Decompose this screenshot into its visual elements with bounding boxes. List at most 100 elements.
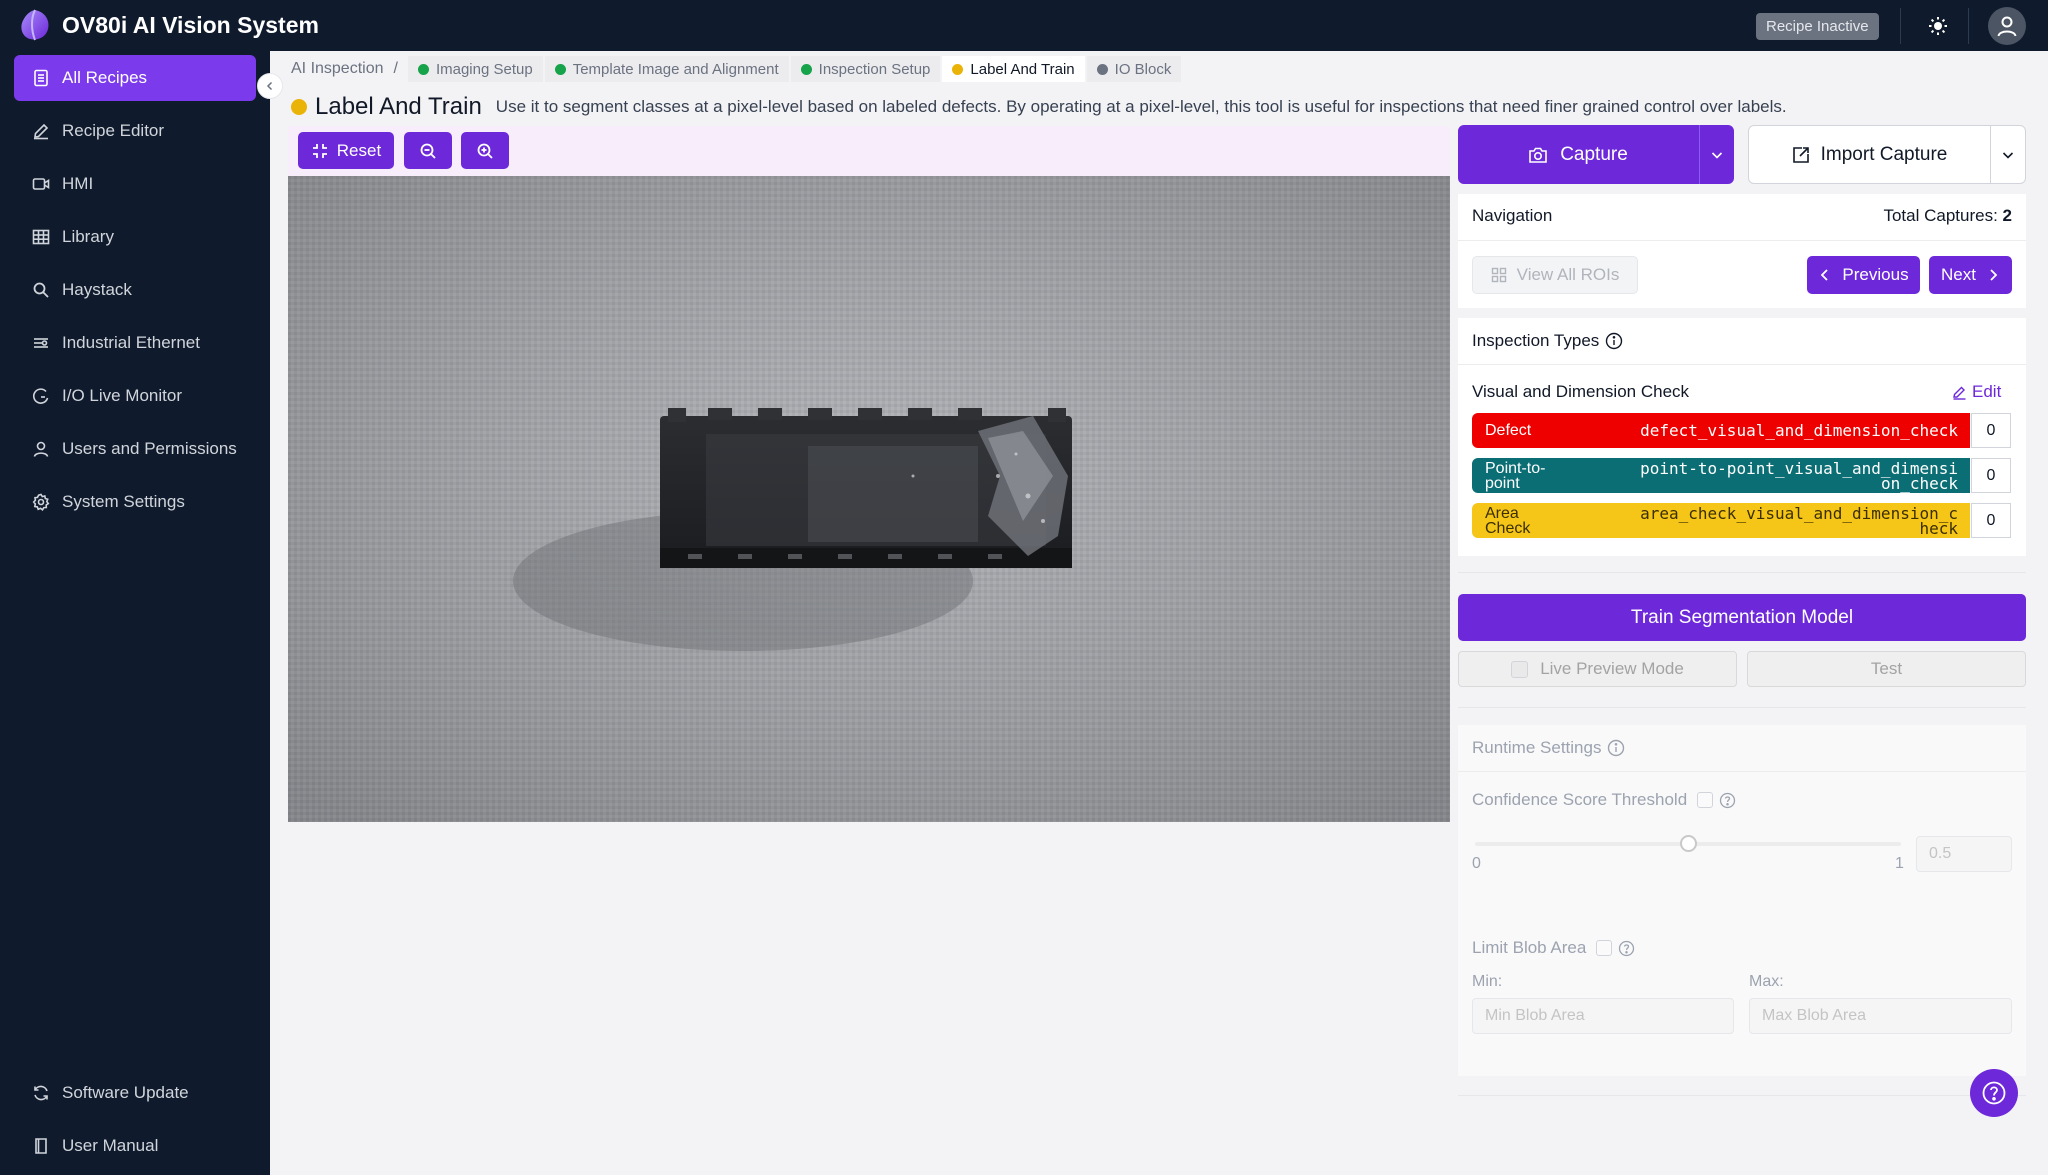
previous-button[interactable]: Previous [1807,256,1920,294]
info-icon[interactable] [1605,332,1623,350]
sidebar: All Recipes Recipe Editor HMI Library Ha… [0,51,270,1175]
confidence-value-input[interactable]: 0.5 [1916,836,2012,872]
breadcrumb: AI Inspection / Imaging Setup Template I… [291,56,1183,82]
chevron-right-icon [1990,269,1998,281]
import-icon [1792,146,1809,163]
gear-icon [32,493,50,511]
help-icon [1982,1081,2006,1105]
inspection-types-card: Inspection Types Visual and Dimension Ch… [1458,318,2026,556]
divider [1458,240,2026,241]
recipe-status-badge: Recipe Inactive [1756,13,1879,40]
import-options-dropdown[interactable] [1990,126,2025,183]
sidebar-item-label: I/O Live Monitor [62,386,182,405]
chevron-left-icon [1821,269,1829,281]
step-label: Inspection Setup [818,60,931,78]
sidebar-item-industrial-ethernet[interactable]: Industrial Ethernet [14,320,256,366]
app-logo-icon [21,9,49,41]
sidebar-item-system-settings[interactable]: System Settings [14,479,256,525]
inspection-group-name: Visual and Dimension Check [1472,382,1690,401]
step-label: Imaging Setup [435,60,533,78]
slider-min-label: 0 [1472,855,1481,872]
sidebar-item-label: Software Update [62,1083,189,1102]
status-dot [800,63,812,75]
confidence-score-header: Confidence Score Threshold [1472,790,1736,810]
edit-inspection-types-button[interactable]: Edit [1952,382,2001,402]
inspection-type-area-check[interactable]: Area Check area_check_visual_and_dimensi… [1472,503,1970,538]
help-button[interactable] [1970,1069,2018,1117]
sidebar-item-label: Library [62,227,114,246]
zoom-out-button[interactable] [404,132,452,169]
breadcrumb-root[interactable]: AI Inspection [291,60,384,78]
refresh-icon [34,1085,48,1101]
inspection-type-point-to-point[interactable]: Point-to-point point-to-point_visual_and… [1472,458,1970,493]
inspection-type-defect[interactable]: Defect defect_visual_and_dimension_check [1472,413,1970,448]
app-title: OV80i AI Vision System [62,12,319,38]
step-template-image-and-alignment[interactable]: Template Image and Alignment [544,56,789,82]
capture-image-canvas[interactable] [288,176,1450,822]
inspection-type-name: Defect [1485,422,1532,439]
help-icon[interactable] [1618,940,1635,957]
status-dot [417,63,429,75]
previous-label: Previous [1842,265,1909,284]
captured-part-image [288,176,1450,822]
user-menu-button[interactable] [1988,7,2026,45]
sidebar-item-io-live-monitor[interactable]: I/O Live Monitor [14,373,256,419]
limit-blob-area-checkbox[interactable] [1596,940,1613,956]
page-header: Label And Train Use it to segment classe… [291,92,1787,122]
sidebar-item-library[interactable]: Library [14,214,256,260]
runtime-settings-title: Runtime Settings [1472,738,1602,757]
sidebar-item-software-update[interactable]: Software Update [14,1070,256,1116]
search-icon [33,282,49,298]
min-blob-area-input[interactable]: Min Blob Area [1472,998,1734,1034]
sidebar-item-user-manual[interactable]: User Manual [14,1123,256,1169]
inspection-type-name: Point-to-point [1485,460,1546,492]
test-button[interactable]: Test [1747,651,2026,687]
sidebar-item-recipe-editor[interactable]: Recipe Editor [14,108,256,154]
confidence-slider-thumb[interactable] [1680,835,1697,852]
sidebar-item-label: System Settings [62,492,185,511]
defect-count: 0 [1971,413,2011,448]
import-capture-button[interactable]: Import Capture [1748,125,2026,184]
sidebar-item-haystack[interactable]: Haystack [14,267,256,313]
train-segmentation-model-button[interactable]: Train Segmentation Model [1458,594,2026,641]
step-io-block[interactable]: IO Block [1086,56,1182,82]
sidebar-item-hmi[interactable]: HMI [14,161,256,207]
max-blob-area-input[interactable]: Max Blob Area [1749,998,2012,1034]
next-label: Next [1941,265,1976,284]
runtime-settings-card: Runtime Settings Confidence Score Thresh… [1458,725,2026,1076]
view-all-rois-button[interactable]: View All ROIs [1472,256,1638,294]
reset-button[interactable]: Reset [298,132,394,169]
next-button[interactable]: Next [1929,256,2012,294]
divider [1458,364,2026,365]
total-captures: Total Captures: 2 [1883,206,2012,226]
inspection-type-name: Area Check [1485,505,1531,537]
confidence-enable-checkbox[interactable] [1697,792,1714,808]
sidebar-item-users-and-permissions[interactable]: Users and Permissions [14,426,256,472]
sidebar-item-all-recipes[interactable]: All Recipes [14,55,256,101]
page-description: Use it to segment classes at a pixel-lev… [495,97,1787,116]
point-to-point-count: 0 [1971,458,2011,493]
capture-button[interactable]: Capture [1458,125,1734,184]
info-icon[interactable] [1607,739,1625,757]
page-title: Label And Train [315,93,482,120]
book-icon [35,1138,47,1154]
confidence-slider-track[interactable] [1475,835,1901,852]
inspection-type-key: defect_visual_and_dimension_check [1640,421,1958,440]
help-icon[interactable] [1719,792,1736,809]
breadcrumb-separator: / [393,60,398,77]
total-captures-label: Total Captures: [1883,206,1998,225]
theme-toggle-button[interactable] [1922,10,1954,42]
step-label-and-train[interactable]: Label And Train [942,56,1085,82]
zoom-in-button[interactable] [461,132,509,169]
total-captures-value: 2 [2002,206,2012,225]
step-inspection-setup[interactable]: Inspection Setup [790,56,941,82]
sidebar-item-label: Haystack [62,280,132,299]
capture-options-dropdown[interactable] [1699,125,1734,184]
viewer-toolbar: Reset [288,126,1725,176]
live-preview-checkbox[interactable] [1511,660,1529,678]
step-label: Template Image and Alignment [572,60,779,78]
step-imaging-setup[interactable]: Imaging Setup [407,56,543,82]
sidebar-collapse-button[interactable] [257,73,283,99]
chevron-left-icon [266,81,273,91]
live-preview-mode-toggle[interactable]: Live Preview Mode [1458,651,1737,687]
